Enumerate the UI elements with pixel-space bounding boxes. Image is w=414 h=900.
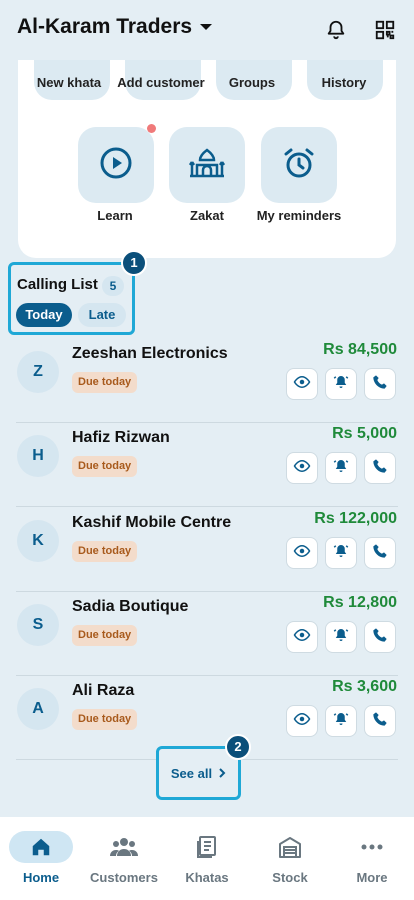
nav-customers-label: Customers xyxy=(90,870,158,885)
reminder-button[interactable] xyxy=(325,537,357,569)
call-button[interactable] xyxy=(364,537,396,569)
status-badge: Due today xyxy=(72,456,138,477)
phone-icon xyxy=(372,711,388,732)
zakat-label[interactable]: Zakat xyxy=(157,208,257,223)
view-button[interactable] xyxy=(286,537,318,569)
customer-row[interactable]: Z Zeeshan Electronics Due today Rs 84,50… xyxy=(16,339,398,423)
nav-stock[interactable]: Stock xyxy=(249,817,331,900)
phone-icon xyxy=(372,374,388,395)
status-badge: Due today xyxy=(72,541,138,562)
nav-more-label: More xyxy=(356,870,388,885)
customer-row[interactable]: S Sadia Boutique Due today Rs 12,800 xyxy=(16,592,398,676)
chevron-down-icon xyxy=(200,24,213,30)
bell-ring-icon xyxy=(332,542,350,565)
amount-due: Rs 84,500 xyxy=(323,341,397,358)
bell-icon[interactable] xyxy=(322,16,350,44)
amount-due: Rs 122,000 xyxy=(314,510,397,527)
view-button[interactable] xyxy=(286,452,318,484)
nav-more[interactable]: More xyxy=(331,817,413,900)
bell-ring-icon xyxy=(332,457,350,480)
reminder-button[interactable] xyxy=(325,368,357,400)
eye-icon xyxy=(293,710,311,733)
customer-name: Sadia Boutique xyxy=(72,598,189,615)
eye-icon xyxy=(293,373,311,396)
view-button[interactable] xyxy=(286,621,318,653)
phone-icon xyxy=(372,543,388,564)
reminder-button[interactable] xyxy=(325,452,357,484)
bell-ring-icon xyxy=(332,626,350,649)
new-khata-label[interactable]: New khata xyxy=(19,75,119,90)
bottom-navigation: Home Customers Khatas Stock More xyxy=(0,817,414,900)
tab-today[interactable]: Today xyxy=(16,303,72,327)
avatar: S xyxy=(17,604,59,646)
amount-due: Rs 3,600 xyxy=(332,678,397,695)
nav-customers[interactable]: Customers xyxy=(83,817,165,900)
eye-icon xyxy=(293,457,311,480)
nav-khatas-label: Khatas xyxy=(185,870,229,885)
learn-button[interactable] xyxy=(78,127,154,203)
business-selector[interactable]: Al-Karam Traders xyxy=(17,15,213,39)
customer-name: Ali Raza xyxy=(72,682,135,699)
reminder-button[interactable] xyxy=(325,705,357,737)
phone-icon xyxy=(372,627,388,648)
learn-label[interactable]: Learn xyxy=(65,208,165,223)
customer-row[interactable]: H Hafiz Rizwan Due today Rs 5,000 xyxy=(16,423,398,507)
call-button[interactable] xyxy=(364,368,396,400)
see-all-label: See all xyxy=(170,765,213,781)
customer-row[interactable]: K Kashif Mobile Centre Due today Rs 122,… xyxy=(16,508,398,592)
avatar: Z xyxy=(17,351,59,393)
eye-icon xyxy=(293,626,311,649)
status-badge: Due today xyxy=(72,625,138,646)
status-badge: Due today xyxy=(72,709,138,730)
customer-name: Zeeshan Electronics xyxy=(72,345,228,362)
qr-code-icon[interactable] xyxy=(371,16,399,44)
nav-stock-label: Stock xyxy=(272,870,308,885)
reminder-button[interactable] xyxy=(325,621,357,653)
alarm-clock-icon xyxy=(281,145,317,186)
groups-label[interactable]: Groups xyxy=(202,75,302,90)
view-button[interactable] xyxy=(286,368,318,400)
nav-home[interactable]: Home xyxy=(0,817,82,900)
avatar: K xyxy=(17,520,59,562)
app-header: Al-Karam Traders xyxy=(0,0,414,60)
annotation-badge-2: 2 xyxy=(225,734,251,760)
customer-name: Kashif Mobile Centre xyxy=(72,514,232,531)
avatar: H xyxy=(17,435,59,477)
call-button[interactable] xyxy=(364,452,396,484)
calling-list-header: Calling List 5 Today Late xyxy=(8,262,135,335)
view-button[interactable] xyxy=(286,705,318,737)
tab-late[interactable]: Late xyxy=(78,303,126,327)
customers-icon xyxy=(92,831,156,863)
customer-name: Hafiz Rizwan xyxy=(72,429,170,446)
play-icon xyxy=(99,146,133,185)
my-reminders-label[interactable]: My reminders xyxy=(244,208,354,223)
notification-dot xyxy=(147,124,156,133)
phone-icon xyxy=(372,458,388,479)
avatar: A xyxy=(17,688,59,730)
business-name: Al-Karam Traders xyxy=(17,15,193,38)
home-icon xyxy=(9,831,73,863)
amount-due: Rs 5,000 xyxy=(332,425,397,442)
more-icon xyxy=(340,831,404,863)
add-customer-label[interactable]: Add customer xyxy=(111,75,211,90)
mosque-icon xyxy=(188,146,226,185)
nav-khatas[interactable]: Khatas xyxy=(166,817,248,900)
nav-home-label: Home xyxy=(22,870,60,885)
chevron-right-icon xyxy=(218,767,226,779)
history-label[interactable]: History xyxy=(294,75,394,90)
status-badge: Due today xyxy=(72,372,138,393)
calling-list-title: Calling List xyxy=(17,276,98,293)
bell-ring-icon xyxy=(332,710,350,733)
ledger-icon xyxy=(175,831,239,863)
zakat-button[interactable] xyxy=(169,127,245,203)
call-button[interactable] xyxy=(364,705,396,737)
warehouse-icon xyxy=(258,831,322,863)
bell-ring-icon xyxy=(332,373,350,396)
amount-due: Rs 12,800 xyxy=(323,594,397,611)
call-button[interactable] xyxy=(364,621,396,653)
annotation-badge-1: 1 xyxy=(121,250,147,276)
eye-icon xyxy=(293,542,311,565)
calling-list-count: 5 xyxy=(102,276,124,296)
my-reminders-button[interactable] xyxy=(261,127,337,203)
